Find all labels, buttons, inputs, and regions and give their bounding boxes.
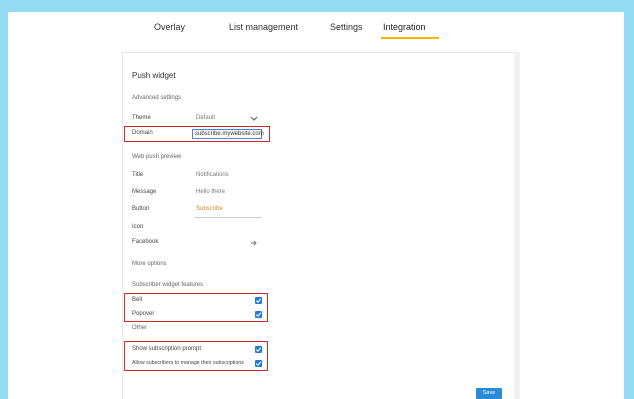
- subscription-prompt-checkbox[interactable]: [255, 346, 262, 353]
- bell-label: Bell: [132, 297, 143, 303]
- top-band: [0, 0, 634, 12]
- right-band: [624, 0, 634, 399]
- left-band: [0, 0, 8, 399]
- title-value[interactable]: Notifications: [196, 172, 229, 178]
- features-highlight-1: [124, 293, 268, 322]
- facebook-label: Facebook: [132, 239, 159, 245]
- button-label: Button: [132, 206, 150, 212]
- icon-label: Icon: [132, 224, 144, 230]
- check-icon: [255, 298, 262, 303]
- arrow-right-icon[interactable]: [250, 240, 258, 246]
- chevron-down-icon[interactable]: [250, 116, 258, 122]
- check-icon: [255, 312, 262, 317]
- active-tab-indicator: [381, 37, 439, 39]
- tab-bar: Overlay List management Settings Integra…: [0, 22, 634, 42]
- bell-checkbox[interactable]: [255, 297, 262, 304]
- popover-checkbox[interactable]: [255, 311, 262, 318]
- theme-select[interactable]: Default: [196, 115, 215, 121]
- features-heading: Subscriber widget features: [132, 282, 204, 288]
- popover-label: Popover: [132, 311, 155, 317]
- settings-heading: Advanced settings: [132, 95, 182, 101]
- tab-integration[interactable]: Integration: [383, 22, 426, 32]
- message-value[interactable]: Hello there: [196, 189, 225, 195]
- message-label: Message: [132, 189, 157, 195]
- theme-label: Theme: [132, 115, 151, 121]
- more-options-link[interactable]: More options: [132, 261, 167, 267]
- tab-settings[interactable]: Settings: [330, 22, 363, 32]
- manage-subscriptions-checkbox[interactable]: [255, 360, 262, 367]
- tab-list-management[interactable]: List management: [229, 22, 298, 32]
- subscription-prompt-label: Show subscription prompt: [132, 346, 202, 352]
- other-label: Other: [132, 325, 148, 331]
- manage-subscriptions-label: Allow subscribers to manage their subscr…: [132, 360, 244, 366]
- button-value[interactable]: Subscribe: [196, 206, 223, 212]
- button-field-underline: [194, 217, 262, 218]
- panel-title: Push widget: [132, 71, 176, 80]
- domain-input[interactable]: subscribe.mywebsite.com: [192, 129, 264, 139]
- domain-input-value: subscribe.mywebsite.com: [195, 131, 264, 137]
- title-label: Title: [132, 172, 144, 178]
- save-button[interactable]: Save: [476, 388, 502, 399]
- domain-label: Domain: [132, 130, 153, 136]
- scroll-gutter[interactable]: [514, 52, 520, 399]
- check-icon: [255, 347, 262, 352]
- preview-heading: Web push preview: [132, 154, 182, 160]
- save-button-label: Save: [482, 390, 496, 396]
- tab-overlay[interactable]: Overlay: [154, 22, 185, 32]
- check-icon: [255, 361, 262, 366]
